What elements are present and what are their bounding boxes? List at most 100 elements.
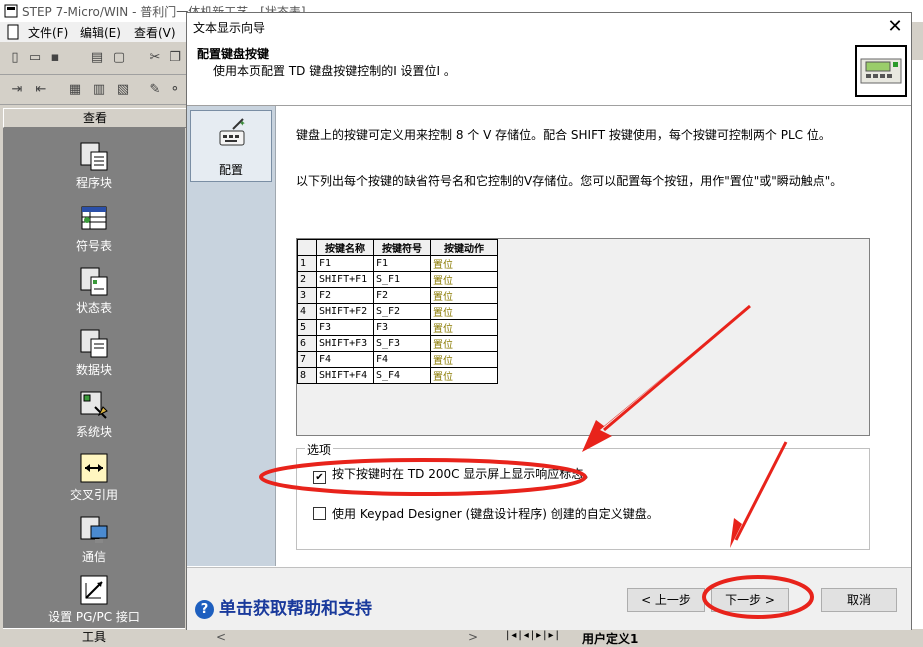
pen-icon[interactable]: ✎ (146, 81, 164, 99)
key-symbol-cell[interactable]: F3 (373, 319, 431, 336)
document-icon (7, 24, 19, 40)
key-symbol-cell[interactable]: S_F4 (373, 367, 431, 384)
tab-user-defined[interactable]: 用户定义1 (582, 630, 638, 647)
copy-icon[interactable]: ❐ (166, 49, 184, 67)
side-step-configure[interactable]: ✦ 配置 (190, 110, 272, 182)
scroll-left-icon[interactable]: < (216, 630, 226, 644)
nav-item-label: 符号表 (75, 239, 112, 253)
cross-reference-icon (80, 453, 108, 483)
cancel-button[interactable]: 取消 (821, 588, 897, 612)
nav-item-communication[interactable]: 通信 (3, 514, 185, 565)
key-action-cell[interactable]: 置位 (430, 367, 498, 384)
standard-toolbar: ▯ ▭ ▪ ▤ ▢ ✂ ❐ (0, 44, 186, 75)
table-row[interactable]: 2 SHIFT+F1 S_F1 置位 (297, 271, 498, 288)
fbd-view-icon[interactable]: ▧ (114, 81, 132, 99)
menu-file[interactable]: 文件(F) (28, 24, 68, 41)
table-row[interactable]: 5 F3 F3 置位 (297, 319, 498, 336)
nav-item-data-block[interactable]: 数据块 (3, 327, 185, 378)
nav-header[interactable]: 查看 (3, 108, 187, 128)
column-header: 按键符号 (373, 239, 431, 256)
option-custom-keypad[interactable]: 使用 Keypad Designer (键盘设计程序) 创建的自定义键盘。 (313, 505, 659, 522)
table-row[interactable]: 7 F4 F4 置位 (297, 351, 498, 368)
navigation-bar: 查看 程序块 符号表 状态表 数据块 系统块 交叉引用 通信 设置 PG/PC … (3, 108, 187, 628)
open-icon[interactable]: ▭ (26, 49, 44, 67)
key-config-table: 按键名称 按键符号 按键动作 1 F1 F1 置位 2 SHIFT+F1 S_F1 置位 3… (297, 239, 498, 384)
page-title: 配置键盘按键 (197, 47, 270, 61)
checkbox-show-response[interactable]: ✔ (313, 471, 326, 484)
nav-item-label: 状态表 (75, 301, 112, 315)
instruction-toolbar: ⇥ ⇤ ▦ ▥ ▧ ✎ ⚬ (0, 76, 186, 105)
row-index: 2 (297, 271, 317, 288)
key-action-cell[interactable]: 置位 (430, 271, 498, 288)
print-preview-icon[interactable]: ▢ (110, 49, 128, 67)
menu-edit[interactable]: 编辑(E) (80, 24, 121, 41)
nav-item-program-block[interactable]: 程序块 (3, 140, 185, 191)
key-symbol-cell[interactable]: F4 (373, 351, 431, 368)
next-button[interactable]: 下一步 > (711, 588, 789, 612)
page-subtitle: 使用本页配置 TD 键盘按键控制的I 设置位I 。 (213, 64, 456, 78)
save-icon[interactable]: ▪ (46, 49, 64, 67)
key-action-cell[interactable]: 置位 (430, 351, 498, 368)
menubar: 文件(F) 编辑(E) 查看(V) (0, 22, 186, 42)
new-icon[interactable]: ▯ (6, 49, 24, 67)
key-action-cell[interactable]: 置位 (430, 319, 498, 336)
nav-item-label: 数据块 (75, 363, 112, 377)
key-symbol-cell[interactable]: S_F2 (373, 303, 431, 320)
help-support-link[interactable]: ? 单击获取帮助和支持 (195, 594, 372, 619)
table-row[interactable]: 8 SHIFT+F4 S_F4 置位 (297, 367, 498, 384)
data-block-icon (80, 329, 108, 358)
nav-item-system-block[interactable]: 系统块 (3, 389, 185, 440)
pgpc-interface-icon (80, 575, 108, 605)
wizard-footer: ? 单击获取帮助和支持 < 上一步 下一步 > 取消 (187, 567, 911, 630)
delete-network-icon[interactable]: ⇤ (32, 81, 50, 99)
wizard-content: 键盘上的按键可定义用来控制 8 个 V 存储位。配合 SHIFT 按键使用，每个… (276, 106, 911, 566)
keyboard-wand-icon: ✦ (219, 118, 246, 146)
key-symbol-cell[interactable]: S_F1 (373, 271, 431, 288)
table-row[interactable]: 1 F1 F1 置位 (297, 255, 498, 272)
app-icon (4, 4, 18, 18)
ladder-view-icon[interactable]: ▦ (66, 81, 84, 99)
nav-footer-tools[interactable]: 工具 (3, 628, 185, 645)
print-icon[interactable]: ▤ (88, 49, 106, 67)
row-index: 7 (297, 351, 317, 368)
menu-view[interactable]: 查看(V) (134, 24, 176, 41)
nav-item-symbol-table[interactable]: 符号表 (3, 203, 185, 254)
cut-icon[interactable]: ✂ (146, 49, 164, 67)
close-icon[interactable]: ✕ (883, 15, 907, 39)
tab-nav-arrows[interactable]: |◂|◂|▸|▸| (506, 630, 561, 641)
symbol-table-icon (81, 206, 107, 230)
key-symbol-cell[interactable]: S_F3 (373, 335, 431, 352)
back-button[interactable]: < 上一步 (627, 588, 705, 612)
svg-text:✦: ✦ (239, 119, 246, 128)
key-action-cell[interactable]: 置位 (430, 287, 498, 304)
description-text-2: 以下列出每个按键的缺省符号名和它控制的V存储位。您可以配置每个按钮，用作"置位"… (296, 174, 843, 188)
row-index: 6 (297, 335, 317, 352)
key-symbol-cell[interactable]: F1 (373, 255, 431, 272)
key-symbol-cell[interactable]: F2 (373, 287, 431, 304)
checkbox-custom-keypad[interactable] (313, 507, 326, 520)
option-show-response-flag[interactable]: ✔ 按下按键时在 TD 200C 显示屏上显示响应标志。 (313, 465, 595, 484)
key-config-grid: 按键名称 按键符号 按键动作 1 F1 F1 置位 2 SHIFT+F1 S_F1 置位 3… (296, 238, 870, 436)
nav-item-status-table[interactable]: 状态表 (3, 265, 185, 316)
row-index: 4 (297, 303, 317, 320)
insert-network-icon[interactable]: ⇥ (8, 81, 26, 99)
table-row[interactable]: 4 SHIFT+F2 S_F2 置位 (297, 303, 498, 320)
nav-item-label: 交叉引用 (69, 488, 118, 502)
table-row[interactable]: 3 F2 F2 置位 (297, 287, 498, 304)
scroll-right-icon[interactable]: > (468, 630, 478, 644)
key-action-cell[interactable]: 置位 (430, 335, 498, 352)
nav-item-cross-reference[interactable]: 交叉引用 (3, 452, 185, 503)
nav-item-label: 系统块 (75, 425, 112, 439)
key-action-cell[interactable]: 置位 (430, 303, 498, 320)
corner-cell (297, 239, 317, 256)
nav-item-pgpc-interface[interactable]: 设置 PG/PC 接口 (3, 574, 185, 625)
coil-icon[interactable]: ⚬ (166, 81, 184, 99)
row-index: 1 (297, 255, 317, 272)
stl-view-icon[interactable]: ▥ (90, 81, 108, 99)
nav-item-label: 通信 (81, 550, 106, 564)
key-name-cell: SHIFT+F3 (316, 335, 374, 352)
table-row[interactable]: 6 SHIFT+F3 S_F3 置位 (297, 335, 498, 352)
program-block-icon (80, 142, 108, 171)
key-action-cell[interactable]: 置位 (430, 255, 498, 272)
description-text-1: 键盘上的按键可定义用来控制 8 个 V 存储位。配合 SHIFT 按键使用，每个… (296, 128, 831, 142)
